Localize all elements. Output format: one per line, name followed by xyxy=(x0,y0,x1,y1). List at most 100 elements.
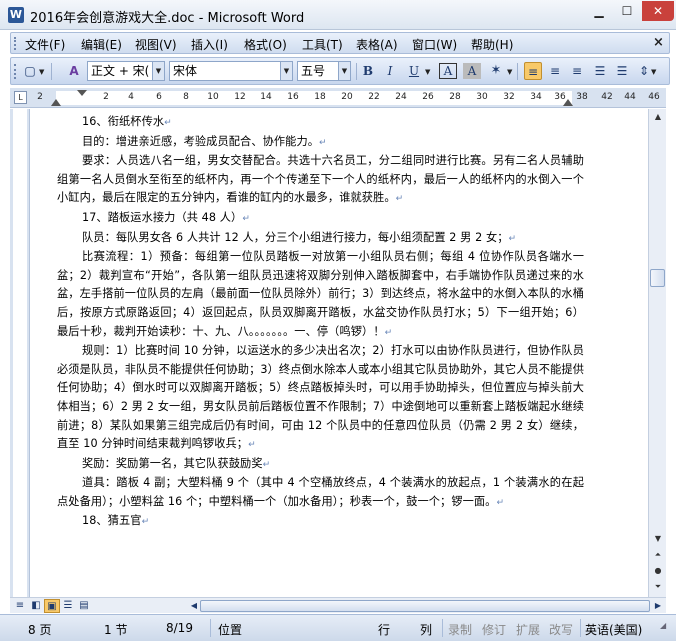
horizontal-scrollbar[interactable]: ≡ ◧ ▣ ☰ ▤ ◀ ▶ xyxy=(10,597,666,613)
status-language[interactable]: 英语(美国) xyxy=(585,621,642,638)
select-browse-object-icon[interactable]: ● xyxy=(650,563,666,579)
underline-dropdown-arrow[interactable]: ▼ xyxy=(425,68,430,76)
status-separator xyxy=(210,619,211,637)
menu-window[interactable]: 窗口(W) xyxy=(412,36,457,53)
document-body[interactable]: 16、衔纸杯传水↵ 目的：增进亲近感，考验成员配合、协作能力。↵ 要求：人员选八… xyxy=(57,113,584,532)
document-page[interactable]: 16、衔纸杯传水↵ 目的：增进亲近感，考验成员配合、协作能力。↵ 要求：人员选八… xyxy=(31,109,648,597)
scroll-down-icon[interactable]: ▼ xyxy=(650,531,666,547)
distributed-icon[interactable]: ☰ xyxy=(613,62,631,80)
menu-view[interactable]: 视图(V) xyxy=(135,36,177,53)
menu-grip[interactable] xyxy=(14,37,17,50)
paragraph[interactable]: 要求：人员选八名一组，男女交替配合。共选十六名员工，分二组同时进行比赛。另有二名… xyxy=(57,152,584,209)
underline-button[interactable]: U xyxy=(405,62,423,80)
menu-table[interactable]: 表格(A) xyxy=(356,36,398,53)
paragraph[interactable]: 道具：踏板 4 副；大塑料桶 9 个（其中 4 个空桶放终点，4 个装满水的放起… xyxy=(57,474,584,512)
chevron-down-icon[interactable]: ▼ xyxy=(338,62,350,80)
status-record-macro[interactable]: 录制 xyxy=(448,621,472,638)
italic-button[interactable]: I xyxy=(381,62,399,80)
phonetic-dropdown-arrow[interactable]: ▼ xyxy=(507,68,512,76)
paragraph-mark-icon: ↵ xyxy=(262,459,271,470)
formatting-toolbar: ▢ ▼ A 正文 + 宋( ▼ 宋体 ▼ 五号 ▼ B I U ▼ A A ✶ … xyxy=(10,57,670,85)
character-border-button[interactable]: A xyxy=(439,63,457,79)
web-layout-view-icon[interactable]: ◧ xyxy=(28,599,44,613)
vertical-scrollbar[interactable]: ▲ ▼ ⏶ ● ⏷ xyxy=(648,109,666,597)
print-layout-view-icon[interactable]: ▣ xyxy=(44,599,60,613)
vertical-ruler[interactable] xyxy=(10,109,30,597)
menu-help[interactable]: 帮助(H) xyxy=(471,36,513,53)
new-dropdown-arrow[interactable]: ▼ xyxy=(39,68,44,76)
close-document-button[interactable]: × xyxy=(653,35,664,50)
vertical-scroll-thumb[interactable] xyxy=(650,269,665,287)
ruler-tick-label: 42 xyxy=(601,92,613,102)
paragraph[interactable]: 17、踏板运水接力（共 48 人）↵ xyxy=(57,209,584,229)
ruler-tick-label: 46 xyxy=(648,92,660,102)
font-size-select[interactable]: 五号 ▼ xyxy=(297,61,351,81)
paragraph[interactable]: 16、衔纸杯传水↵ xyxy=(57,113,584,133)
reading-layout-view-icon[interactable]: ▤ xyxy=(76,599,92,613)
chevron-down-icon[interactable]: ▼ xyxy=(152,62,164,80)
align-center-icon[interactable]: ≡ xyxy=(546,62,564,80)
hanging-indent-marker[interactable] xyxy=(51,99,61,106)
normal-view-icon[interactable]: ≡ xyxy=(12,599,28,613)
align-right-icon[interactable]: ≡ xyxy=(568,62,586,80)
status-position[interactable]: 位置 xyxy=(218,621,242,638)
scroll-right-icon[interactable]: ▶ xyxy=(650,599,666,613)
minimize-button[interactable]: ▁ xyxy=(586,1,612,21)
tab-selector-button[interactable]: L xyxy=(14,91,27,104)
line-spacing-dropdown-arrow[interactable]: ▼ xyxy=(651,68,656,76)
paragraph[interactable]: 奖励：奖励第一名，其它队获鼓励奖↵ xyxy=(57,455,584,475)
justify-icon[interactable]: ☰ xyxy=(591,62,609,80)
ruler-tick-label: 2 xyxy=(103,92,109,102)
menu-insert[interactable]: 插入(I) xyxy=(191,36,228,53)
status-section[interactable]: 1 节 xyxy=(104,621,127,638)
next-page-icon[interactable]: ⏷ xyxy=(650,579,666,595)
menu-edit[interactable]: 编辑(E) xyxy=(81,36,122,53)
previous-page-icon[interactable]: ⏶ xyxy=(650,547,666,563)
ruler-tick-label: 6 xyxy=(156,92,162,102)
font-size-value: 五号 xyxy=(301,64,326,78)
chevron-down-icon[interactable]: ▼ xyxy=(280,62,292,80)
status-track-changes[interactable]: 修订 xyxy=(482,621,506,638)
menu-tools[interactable]: 工具(T) xyxy=(302,36,343,53)
status-column[interactable]: 列 xyxy=(420,621,432,638)
paragraph[interactable]: 18、猜五官↵ xyxy=(57,512,584,532)
scroll-up-icon[interactable]: ▲ xyxy=(650,109,666,125)
maximize-button[interactable]: ☐ xyxy=(614,1,640,21)
ruler-tick-label: 18 xyxy=(314,92,326,102)
styles-formatting-icon[interactable]: A xyxy=(65,62,83,80)
ruler-tick-label: 32 xyxy=(503,92,515,102)
close-window-button[interactable]: ✕ xyxy=(642,1,674,21)
horizontal-ruler[interactable]: L 2 2 4 6 8 10 12 14 16 18 20 22 24 26 2… xyxy=(10,88,666,108)
paragraph-mark-icon: ↵ xyxy=(384,327,393,338)
align-left-icon[interactable]: ≡ xyxy=(524,62,542,80)
paragraph-text: 16、衔纸杯传水 xyxy=(82,115,165,128)
paragraph[interactable]: 规则：1）比赛时间 10 分钟，以运送水的多少决出名次；2）打水可以由协作队员进… xyxy=(57,342,584,455)
word-app-icon[interactable]: W xyxy=(8,7,24,23)
menu-format[interactable]: 格式(O) xyxy=(244,36,287,53)
status-page[interactable]: 8 页 xyxy=(28,621,51,638)
resize-grip-icon[interactable]: ◢ xyxy=(660,621,666,630)
toolbar-grip[interactable] xyxy=(14,64,17,79)
paragraph[interactable]: 比赛流程：1）预备：每组第一位队员踏板一对放第一小组队员右侧；每组 4 位协作队… xyxy=(57,248,584,342)
menu-file[interactable]: 文件(F) xyxy=(25,36,65,53)
ruler-tick-label: 34 xyxy=(530,92,542,102)
font-select[interactable]: 宋体 ▼ xyxy=(169,61,293,81)
paragraph[interactable]: 目的：增进亲近感，考验成员配合、协作能力。↵ xyxy=(57,133,584,153)
ruler-tick-label: 2 xyxy=(37,92,43,102)
status-line[interactable]: 行 xyxy=(378,621,390,638)
new-document-icon[interactable]: ▢ xyxy=(21,62,39,80)
ruler-tick-label: 36 xyxy=(554,92,566,102)
status-extend-selection[interactable]: 扩展 xyxy=(516,621,540,638)
paragraph-mark-icon: ↵ xyxy=(508,233,517,244)
paragraph[interactable]: 队员：每队男女各 6 人共计 12 人，分三个小组进行接力，每小组须配置 2 男… xyxy=(57,229,584,249)
character-shading-button[interactable]: A xyxy=(463,63,481,79)
outline-view-icon[interactable]: ☰ xyxy=(60,599,76,613)
status-page-of[interactable]: 8/19 xyxy=(166,621,193,635)
first-line-indent-marker[interactable] xyxy=(77,90,87,96)
phonetic-guide-icon[interactable]: ✶ xyxy=(487,62,505,80)
style-select[interactable]: 正文 + 宋( ▼ xyxy=(87,61,165,81)
horizontal-scroll-thumb[interactable] xyxy=(200,600,650,612)
status-overtype[interactable]: 改写 xyxy=(549,621,573,638)
bold-button[interactable]: B xyxy=(359,62,377,80)
ruler-tick-label: 10 xyxy=(207,92,219,102)
